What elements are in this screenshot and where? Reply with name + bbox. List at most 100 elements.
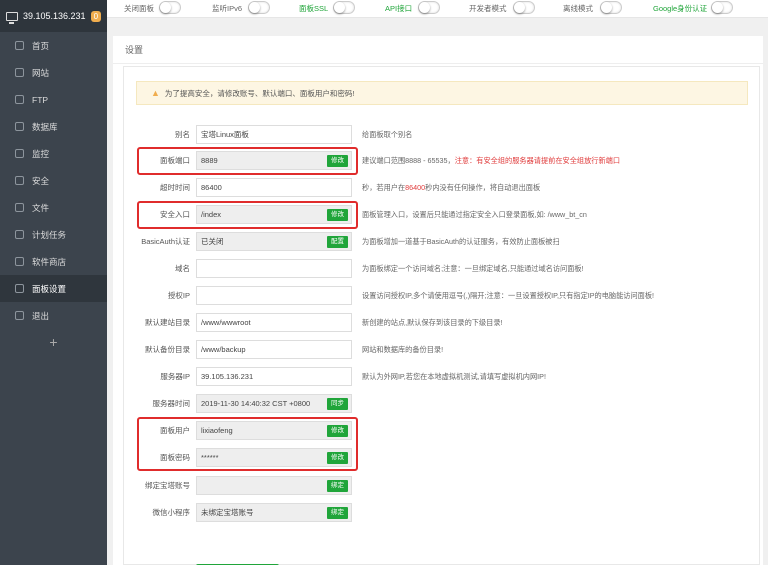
domain-label: 域名: [175, 264, 190, 273]
sidebar-item-label: 安全: [32, 175, 50, 186]
toggle-label-close-panel: 关闭面板: [124, 4, 154, 13]
sidebar-item-label: 退出: [32, 310, 50, 321]
siteroot-input[interactable]: /www/wwwroot: [196, 313, 352, 332]
backup-label: 默认备份目录: [145, 345, 190, 354]
notification-badge[interactable]: 0: [90, 10, 102, 22]
highlight-credentials: [137, 417, 358, 471]
dev-mode-toggle[interactable]: [513, 1, 535, 14]
toggle-label-api: API接口: [385, 4, 413, 13]
sidebar-item-files[interactable]: 文件: [0, 194, 107, 221]
api-toggle[interactable]: [418, 1, 440, 14]
sidebar: 39.105.136.231 0 首页 网站 FTP 数据库 监控 安全 文件 …: [0, 0, 107, 565]
toggle-label-dev-mode: 开发者模式: [469, 4, 507, 13]
sidebar-item-monitor[interactable]: 监控: [0, 140, 107, 167]
highlight-entry: [137, 201, 358, 229]
server-header: 39.105.136.231 0: [0, 0, 107, 32]
serverip-label: 服务器IP: [160, 372, 190, 381]
authip-input[interactable]: [196, 286, 352, 305]
home-icon: [15, 41, 24, 50]
add-menu-button[interactable]: +: [0, 329, 107, 355]
row-btaccount: 绑定宝塔账号 绑定: [124, 476, 761, 496]
sidebar-item-label: 文件: [32, 202, 50, 213]
offline-toggle[interactable]: [600, 1, 622, 14]
sidebar-item-label: 首页: [32, 40, 50, 51]
sidebar-item-store[interactable]: 软件商店: [0, 248, 107, 275]
sidebar-item-logout[interactable]: 退出: [0, 302, 107, 329]
shield-icon: [15, 176, 24, 185]
ftp-icon: [15, 95, 24, 104]
serverip-hint: 默认为外网IP,若您在本地虚拟机测试,请填写虚拟机内网IP!: [362, 372, 546, 381]
basicauth-config-button[interactable]: 配置: [327, 236, 348, 248]
domain-hint: 为面板绑定一个访问域名;注意：一旦绑定域名,只能通过域名访问面板!: [362, 264, 584, 273]
ipv6-toggle[interactable]: [248, 1, 270, 14]
page-title: 设置: [113, 36, 763, 64]
sidebar-item-label: 网站: [32, 67, 50, 78]
row-authip: 授权IP 设置访问授权IP,多个请使用逗号(,)隔开;注意：一旦设置授权IP,只…: [124, 286, 761, 306]
sync-time-button[interactable]: 同步: [327, 398, 348, 410]
sidebar-item-label: 数据库: [32, 121, 58, 132]
row-basicauth: BasicAuth认证 已关闭 配置 为面板增加一道基于BasicAuth的认证服…: [124, 232, 761, 252]
port-hint-text: 建议端口范围8888 - 65535，: [362, 156, 455, 165]
authip-label: 授权IP: [167, 291, 190, 300]
backup-input[interactable]: /www/backup: [196, 340, 352, 359]
basicauth-hint: 为面板增加一道基于BasicAuth的认证服务，有效防止面板被扫: [362, 237, 560, 246]
row-siteroot: 默认建站目录 /www/wwwroot 新创建的站点,默认保存到该目录的下级目录…: [124, 313, 761, 333]
sidebar-item-website[interactable]: 网站: [0, 59, 107, 86]
sidebar-item-label: 软件商店: [32, 256, 67, 267]
siteroot-label: 默认建站目录: [145, 318, 190, 327]
warning-icon: ▲: [151, 88, 160, 98]
database-icon: [15, 122, 24, 131]
sidebar-item-label: 面板设置: [32, 283, 67, 294]
alias-input[interactable]: 宝塔Linux面板: [196, 125, 352, 144]
sidebar-item-security[interactable]: 安全: [0, 167, 107, 194]
btaccount-label: 绑定宝塔账号: [145, 481, 190, 490]
wechat-label: 微信小程序: [152, 508, 191, 517]
calendar-icon: [15, 230, 24, 239]
port-hint: 建议端口范围8888 - 65535，注意：有安全组的服务器请提前在安全组放行新…: [362, 151, 620, 171]
bind-wechat-button[interactable]: 绑定: [327, 507, 348, 519]
row-backup: 默认备份目录 /www/backup 网站和数据库的备份目录!: [124, 340, 761, 360]
bind-account-button[interactable]: 绑定: [327, 480, 348, 492]
settings-form: ▲ 为了提高安全，请修改账号、默认端口、面板用户和密码! 别名 宝塔Linux面…: [123, 66, 760, 565]
monitor-icon: [15, 149, 24, 158]
row-wechat: 微信小程序 未绑定宝塔账号 绑定: [124, 503, 761, 523]
authip-hint: 设置访问授权IP,多个请使用逗号(,)隔开;注意：一旦设置授权IP,只有指定IP…: [362, 291, 655, 300]
basicauth-value: 已关闭: [201, 237, 224, 246]
server-ip: 39.105.136.231: [23, 11, 86, 21]
grid-icon: [15, 257, 24, 266]
toggle-label-google-auth: Google身份认证: [653, 4, 708, 13]
security-alert: ▲ 为了提高安全，请修改账号、默认端口、面板用户和密码!: [136, 81, 748, 105]
row-serverip: 服务器IP 39.105.136.231 默认为外网IP,若您在本地虚拟机测试,…: [124, 367, 761, 387]
sidebar-item-panel-settings[interactable]: 面板设置: [0, 275, 107, 302]
toggle-label-offline: 离线模式: [563, 4, 593, 13]
toggle-label-ssl: 面板SSL: [299, 4, 329, 13]
sidebar-item-database[interactable]: 数据库: [0, 113, 107, 140]
domain-input[interactable]: [196, 259, 352, 278]
ssl-toggle[interactable]: [333, 1, 355, 14]
backup-hint: 网站和数据库的备份目录!: [362, 345, 444, 354]
monitor-icon: [6, 11, 18, 24]
gear-icon: [15, 284, 24, 293]
toggle-label-ipv6: 监听IPv6: [212, 4, 243, 13]
timeout-hint-value: 86400: [405, 183, 426, 192]
settings-toggle-bar: 关闭面板 监听IPv6 面板SSL API接口 开发者模式 离线模式 Googl…: [107, 0, 768, 18]
google-auth-toggle[interactable]: [711, 1, 733, 14]
servertime-input: 2019-11-30 14:40:32 CST +0800 同步: [196, 394, 352, 413]
timeout-label: 超时时间: [160, 183, 190, 192]
alias-hint: 给面板取个别名: [362, 130, 413, 139]
timeout-hint: 秒，若用户在86400秒内没有任何操作，将自动退出面板: [362, 178, 540, 198]
timeout-input[interactable]: 86400: [196, 178, 352, 197]
basicauth-label: BasicAuth认证: [141, 237, 190, 246]
basicauth-input[interactable]: 已关闭 配置: [196, 232, 352, 251]
serverip-input[interactable]: 39.105.136.231: [196, 367, 352, 386]
port-hint-warning: 注意：有安全组的服务器请提前在安全组放行新端口: [454, 156, 621, 165]
sidebar-item-home[interactable]: 首页: [0, 32, 107, 59]
siteroot-hint: 新创建的站点,默认保存到该目录的下级目录!: [362, 318, 503, 327]
sidebar-item-ftp[interactable]: FTP: [0, 86, 107, 113]
close-panel-toggle[interactable]: [159, 1, 181, 14]
timeout-hint-a: 秒，若用户在: [362, 183, 406, 192]
entry-hint: 面板管理入口，设置后只能通过指定安全入口登录面板,如: /www_bt_cn: [362, 210, 587, 219]
row-servertime: 服务器时间 2019-11-30 14:40:32 CST +0800 同步: [124, 394, 761, 414]
alias-label: 别名: [175, 130, 190, 139]
sidebar-item-cron[interactable]: 计划任务: [0, 221, 107, 248]
